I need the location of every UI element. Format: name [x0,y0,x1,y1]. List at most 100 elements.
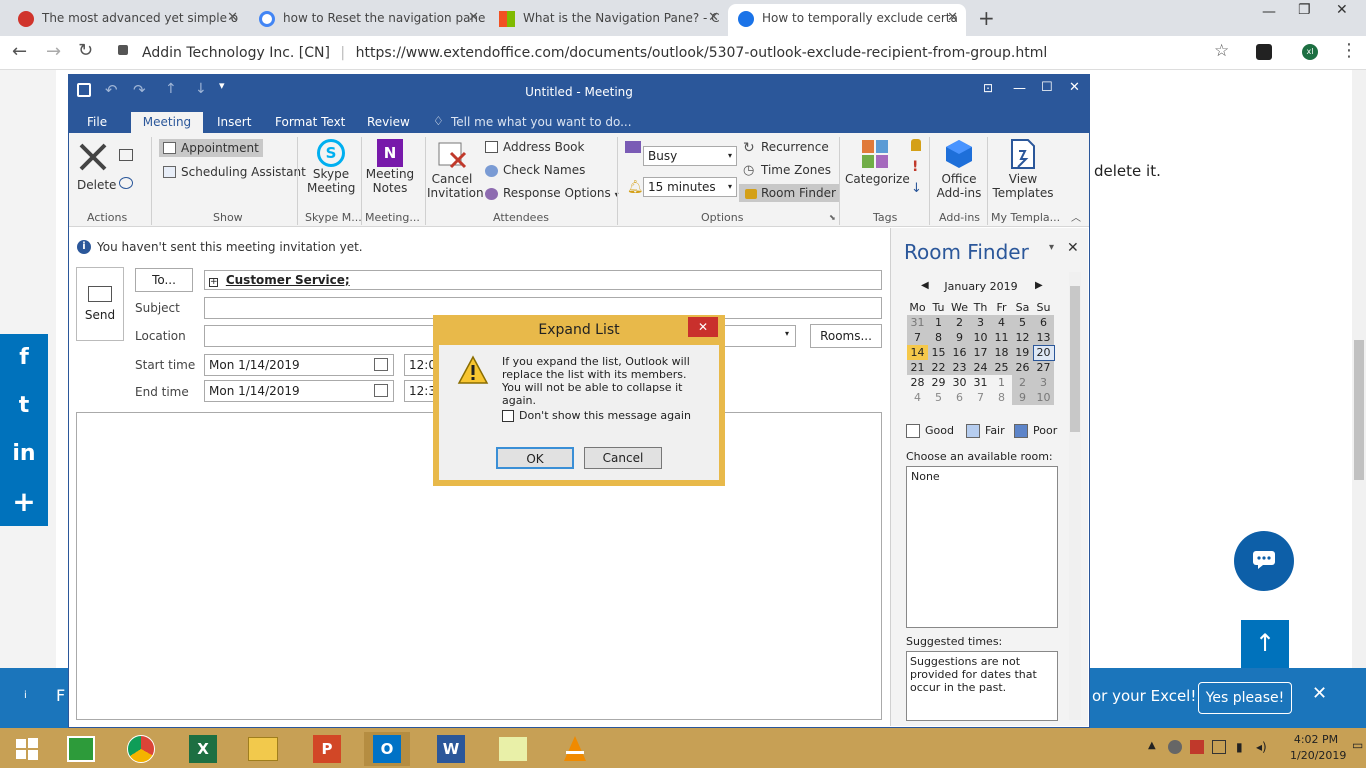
room-list[interactable]: None [906,466,1058,628]
address-book-button[interactable]: Address Book [503,140,584,154]
chevron-down-icon[interactable]: ▾ [785,329,789,338]
calendar-day[interactable]: 3 [1033,375,1054,390]
calendar-picker-icon[interactable] [374,384,388,397]
people-icon[interactable] [1168,740,1182,754]
pane-options-icon[interactable]: ▾ [1049,242,1054,253]
excel-extension-icon[interactable]: xl [1302,44,1318,60]
sticky-notes-icon[interactable] [490,732,536,766]
windows-start-icon[interactable] [4,732,50,766]
tell-me-input[interactable]: Tell me what you want to do... [451,115,632,129]
facebook-icon[interactable]: f [0,334,48,382]
excel-icon[interactable]: X [180,732,226,766]
calendar-day[interactable]: 15 [928,345,949,360]
calendar-day[interactable]: 22 [928,360,949,375]
calendar-day[interactable]: 13 [1033,330,1054,345]
calendar-day[interactable]: 5 [928,390,949,405]
browser-tab-3[interactable]: What is the Navigation Pane? - C ✕ [489,4,727,36]
close-pane-icon[interactable]: ✕ [1067,240,1079,256]
calendar-day[interactable]: 30 [949,375,970,390]
response-options-button[interactable]: Response Options ▾ [503,186,619,200]
calendar-day[interactable]: 29 [928,375,949,390]
calendar-day[interactable]: 6 [1033,315,1054,330]
calendar-day[interactable]: 6 [949,390,970,405]
forward-arrow-icon[interactable]: → [46,41,61,62]
word-icon[interactable]: W [428,732,474,766]
calendar-day[interactable]: 2 [1012,375,1033,390]
calendar-day-selected[interactable]: 14 [907,345,928,360]
notifications-icon[interactable]: ▭ [1352,738,1364,758]
cancel-invitation-button[interactable]: Cancel Invitation [427,139,484,200]
close-banner-icon[interactable]: ✕ [1312,683,1327,704]
calendar-day[interactable]: 7 [907,330,928,345]
scroll-top-arrow-icon[interactable]: ↑ [1241,620,1289,668]
vlc-icon[interactable] [552,732,598,766]
menu-dots-icon[interactable]: ⋮ [1340,40,1358,61]
tab-meeting[interactable]: Meeting [131,112,203,133]
view-templates-button[interactable]: View Templates [991,139,1055,200]
tab-insert[interactable]: Insert [207,112,261,133]
calendar-day[interactable]: 23 [949,360,970,375]
share-more-icon[interactable]: + [0,478,48,526]
end-date-input[interactable]: Mon 1/14/2019 [204,380,394,402]
calendar-day[interactable]: 10 [970,330,991,345]
browser-tab-2[interactable]: how to Reset the navigation pane ✕ [249,4,487,36]
scrollbar-thumb[interactable] [1070,286,1080,432]
calendar-day[interactable]: 1 [928,315,949,330]
calendar-day[interactable]: 27 [1033,360,1054,375]
calendar-day-today[interactable]: 20 [1032,344,1055,361]
calendar-day[interactable]: 11 [991,330,1012,345]
chrome-icon[interactable] [118,732,164,766]
calendar-picker-icon[interactable] [374,358,388,371]
yes-please-button[interactable]: Yes please! [1198,682,1292,714]
restore-window-icon[interactable]: ❐ [1298,2,1311,18]
ignore-icon[interactable] [119,149,133,161]
calendar-day[interactable]: 31 [970,375,991,390]
calendar-day[interactable]: 31 [907,315,928,330]
twitter-icon[interactable]: t [0,382,48,430]
browser-tab-1[interactable]: The most advanced yet simple o ✕ [8,4,246,36]
delete-button[interactable]: Delete [77,141,116,192]
powerpoint-icon[interactable]: P [304,732,350,766]
expand-plus-icon[interactable]: + [209,278,218,287]
calendar-day[interactable]: 26 [1012,360,1033,375]
low-importance-icon[interactable]: ↓ [911,181,922,196]
dialog-close-icon[interactable]: ✕ [688,317,718,337]
close-tab-icon[interactable]: ✕ [947,4,958,32]
close-tab-icon[interactable]: ✕ [468,4,479,32]
calendar-day[interactable]: 2 [949,315,970,330]
calendar-day[interactable]: 16 [949,345,970,360]
calendar-day[interactable]: 21 [907,360,928,375]
browser-tab-4[interactable]: How to temporally exclude certa ✕ [728,4,966,36]
network-icon[interactable] [1212,740,1226,754]
pane-scrollbar[interactable] [1069,272,1081,720]
calendar-day[interactable]: 4 [991,315,1012,330]
ok-button[interactable]: OK [496,447,574,469]
close-window-icon[interactable]: ✕ [1336,2,1348,18]
outlook-icon[interactable]: O [364,732,410,766]
calendar-day[interactable]: 25 [991,360,1012,375]
collapse-ribbon-icon[interactable]: ︿ [1071,209,1081,224]
calendar-day[interactable]: 12 [1012,330,1033,345]
new-tab-button[interactable]: + [978,6,995,30]
calendar-day[interactable]: 10 [1033,390,1054,405]
maximize-icon[interactable]: ☐ [1041,80,1053,95]
reload-icon[interactable]: ↻ [78,40,93,61]
calendar-day[interactable]: 8 [928,330,949,345]
high-importance-icon[interactable]: ! [912,159,918,175]
scheduling-assistant-button[interactable]: Scheduling Assistant [181,165,306,179]
ribbon-display-icon[interactable]: ⊡ [983,81,993,95]
check-names-button[interactable]: Check Names [503,163,585,177]
calendar-day[interactable]: 4 [907,390,928,405]
linkedin-icon[interactable]: in [0,430,48,478]
calendar-day[interactable]: 1 [991,375,1012,390]
file-explorer-icon[interactable] [240,732,286,766]
skype-meeting-button[interactable]: S Skype Meeting [307,139,355,195]
start-date-input[interactable]: Mon 1/14/2019 [204,354,394,376]
calendar-day[interactable]: 8 [991,390,1012,405]
volume-icon[interactable]: ◂) [1256,740,1267,754]
tab-format-text[interactable]: Format Text [265,112,355,133]
show-hidden-icons[interactable]: ▲ [1148,740,1156,751]
calendar-day[interactable]: 9 [1012,390,1033,405]
scrollbar-thumb[interactable] [1354,340,1364,480]
to-button[interactable]: To... [135,268,193,292]
